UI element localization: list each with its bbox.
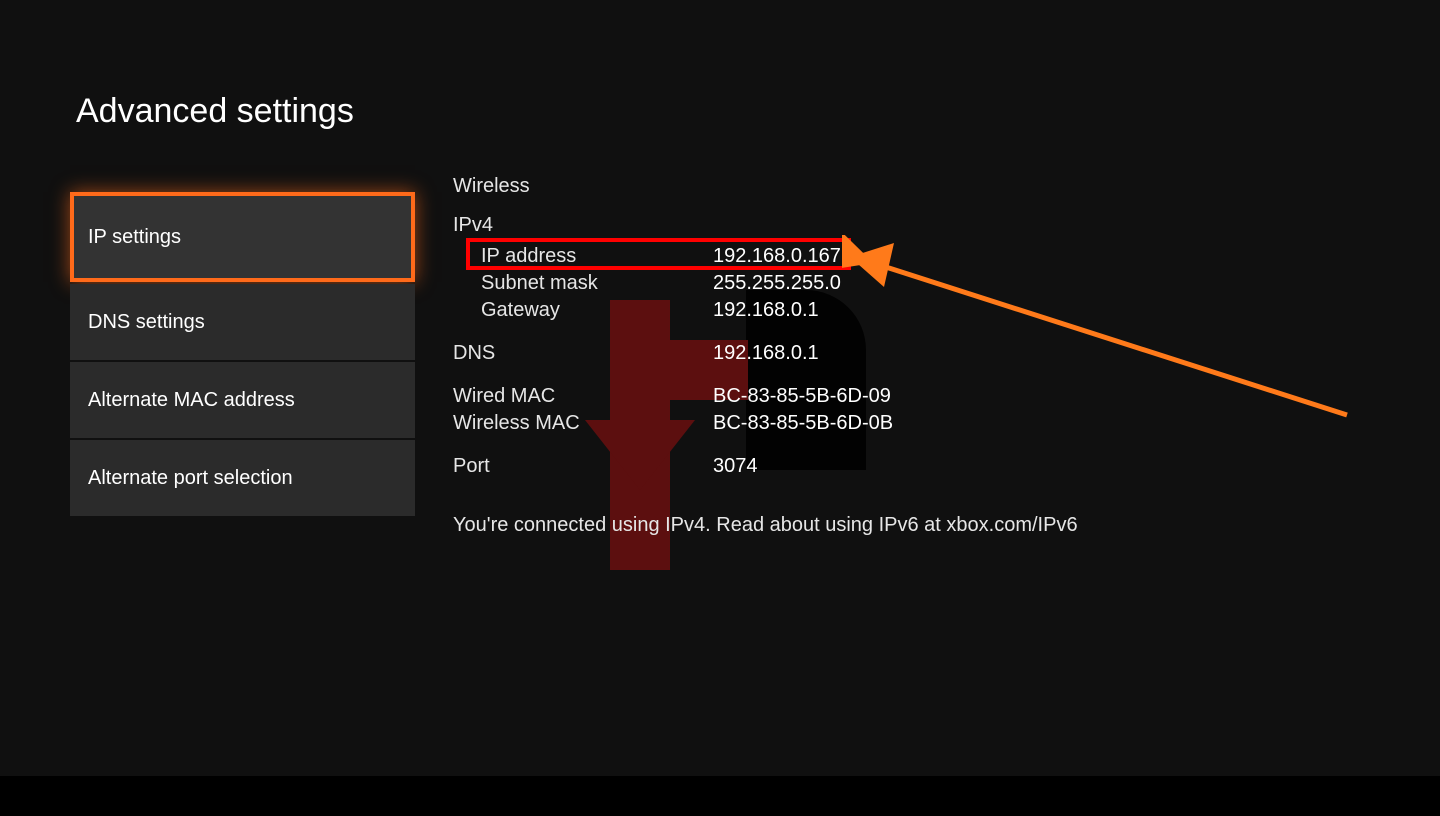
port-row: Port 3074 [453, 453, 1078, 480]
bottom-bar [0, 776, 1440, 816]
wireless-mac-row: Wireless MAC BC-83-85-5B-6D-0B [453, 410, 1078, 437]
connection-type: Wireless [453, 175, 1078, 198]
gateway-row: Gateway 192.168.0.1 [453, 297, 1078, 324]
dns-row: DNS 192.168.0.1 [453, 340, 1078, 367]
sidebar-item-label: IP settings [88, 226, 181, 249]
ipv4-heading: IPv4 [453, 214, 1078, 237]
dns-value: 192.168.0.1 [713, 340, 819, 367]
sidebar-item-label: Alternate port selection [88, 467, 293, 490]
subnet-mask-label: Subnet mask [481, 270, 713, 297]
details-panel: Wireless IPv4 IP address 192.168.0.167 S… [453, 175, 1078, 537]
sidebar-item-label: DNS settings [88, 311, 205, 334]
wireless-mac-value: BC-83-85-5B-6D-0B [713, 410, 893, 437]
gateway-value: 192.168.0.1 [713, 297, 819, 324]
sidebar-item-alternate-mac[interactable]: Alternate MAC address [70, 362, 415, 438]
connection-footer-text: You're connected using IPv4. Read about … [453, 514, 1078, 537]
sidebar: IP settings DNS settings Alternate MAC a… [70, 192, 415, 518]
ip-address-label: IP address [481, 243, 713, 270]
wireless-mac-label: Wireless MAC [453, 410, 713, 437]
port-label: Port [453, 453, 713, 480]
ip-address-row: IP address 192.168.0.167 [453, 243, 1078, 270]
wired-mac-row: Wired MAC BC-83-85-5B-6D-09 [453, 383, 1078, 410]
subnet-mask-value: 255.255.255.0 [713, 270, 841, 297]
sidebar-item-dns-settings[interactable]: DNS settings [70, 284, 415, 360]
port-value: 3074 [713, 453, 758, 480]
sidebar-item-label: Alternate MAC address [88, 389, 295, 412]
wired-mac-value: BC-83-85-5B-6D-09 [713, 383, 891, 410]
sidebar-item-ip-settings[interactable]: IP settings [70, 192, 415, 282]
page-title: Advanced settings [76, 92, 354, 131]
ip-address-value: 192.168.0.167 [713, 243, 841, 270]
gateway-label: Gateway [481, 297, 713, 324]
dns-label: DNS [453, 340, 713, 367]
wired-mac-label: Wired MAC [453, 383, 713, 410]
sidebar-item-alternate-port[interactable]: Alternate port selection [70, 440, 415, 516]
subnet-mask-row: Subnet mask 255.255.255.0 [453, 270, 1078, 297]
